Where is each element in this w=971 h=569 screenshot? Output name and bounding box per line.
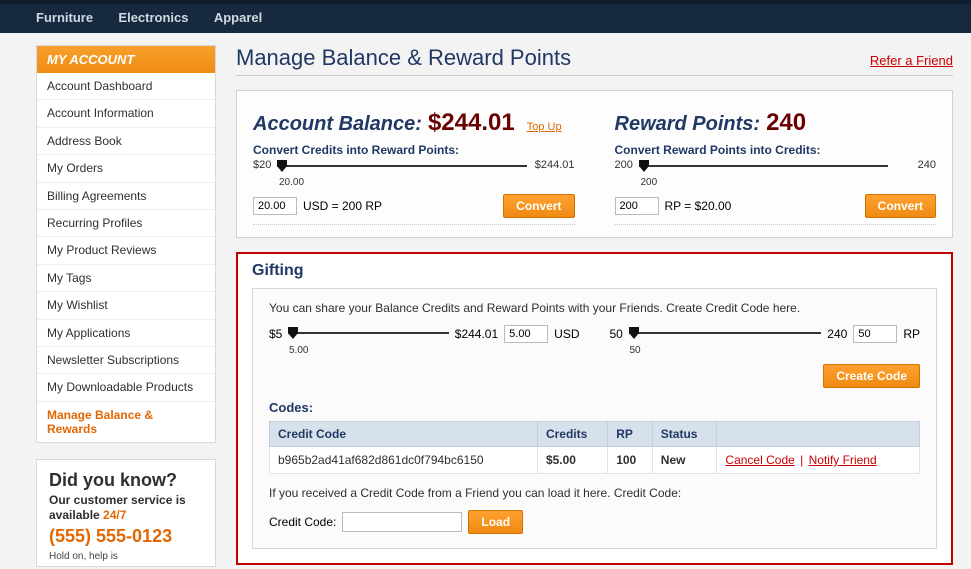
gift-rp-slider[interactable] — [629, 326, 821, 342]
table-row: b965b2ad41af682d861dc0f794bc6150 $5.00 1… — [270, 447, 920, 474]
cell-actions: Cancel Code | Notify Friend — [717, 447, 920, 474]
cell-code: b965b2ad41af682d861dc0f794bc6150 — [270, 447, 538, 474]
codes-heading: Codes: — [269, 400, 920, 415]
cancel-code-link[interactable]: Cancel Code — [725, 453, 794, 467]
rp-input[interactable] — [615, 197, 659, 215]
nav-furniture[interactable]: Furniture — [36, 10, 93, 25]
rp-hint: RP = $20.00 — [665, 199, 732, 213]
th-rp: RP — [608, 422, 653, 447]
credits-convert-button[interactable]: Convert — [503, 194, 574, 218]
balance-label: Account Balance: — [253, 113, 422, 136]
credits-hint: USD = 200 RP — [303, 199, 382, 213]
gift-usd-input[interactable] — [504, 325, 548, 343]
gift-usd-block: $5 $244.01 USD 5.00 — [269, 325, 580, 356]
cell-status: New — [652, 447, 717, 474]
sidebar-title: MY ACCOUNT — [37, 46, 215, 73]
th-actions — [717, 422, 920, 447]
top-nav: Furniture Electronics Apparel — [0, 0, 971, 33]
sidebar-item-billing-agreements[interactable]: Billing Agreements — [37, 182, 215, 209]
convert-credits-label: Convert Credits into Reward Points: — [253, 143, 575, 157]
th-code: Credit Code — [270, 422, 538, 447]
gifting-intro: You can share your Balance Credits and R… — [269, 301, 920, 315]
reward-points-col: Reward Points: 240 Convert Reward Points… — [615, 109, 937, 225]
sidebar-item-account-dashboard[interactable]: Account Dashboard — [37, 73, 215, 99]
create-code-button[interactable]: Create Code — [823, 364, 920, 388]
sidebar-item-address-book[interactable]: Address Book — [37, 127, 215, 154]
rp-label: Reward Points: — [615, 113, 761, 136]
sidebar-item-account-information[interactable]: Account Information — [37, 99, 215, 126]
load-label: Credit Code: — [269, 515, 336, 529]
cell-rp: 100 — [608, 447, 653, 474]
gift-rp-block: 50 240 RP 50 — [610, 325, 921, 356]
gift-rp-thumb[interactable] — [629, 327, 639, 339]
gift-usd-thumb[interactable] — [288, 327, 298, 339]
cell-credits: $5.00 — [537, 447, 607, 474]
rp-slider-thumb[interactable] — [639, 160, 649, 172]
th-credits: Credits — [537, 422, 607, 447]
nav-electronics[interactable]: Electronics — [118, 10, 188, 25]
th-status: Status — [652, 422, 717, 447]
rp-convert-button[interactable]: Convert — [865, 194, 936, 218]
rp-slider[interactable]: 200 240 — [615, 159, 937, 179]
sidebar-item-recurring-profiles[interactable]: Recurring Profiles — [37, 209, 215, 236]
sidebar-item-my-downloadable-products[interactable]: My Downloadable Products — [37, 373, 215, 400]
dyk-phone: (555) 555-0123 — [49, 526, 203, 547]
credits-slider-thumb[interactable] — [277, 160, 287, 172]
gift-usd-slider[interactable] — [288, 326, 448, 342]
sidebar-item-my-applications[interactable]: My Applications — [37, 319, 215, 346]
received-text: If you received a Credit Code from a Fri… — [269, 486, 920, 500]
dyk-hold: Hold on, help is — [49, 551, 203, 562]
load-code-input[interactable] — [342, 512, 462, 532]
rp-value: 240 — [766, 109, 806, 137]
load-button[interactable]: Load — [468, 510, 523, 534]
account-balance-col: Account Balance: $244.01 Top Up Convert … — [253, 109, 575, 225]
credits-slider[interactable]: $20 $244.01 — [253, 159, 575, 179]
sidebar-item-my-orders[interactable]: My Orders — [37, 154, 215, 181]
credits-input[interactable] — [253, 197, 297, 215]
notify-friend-link[interactable]: Notify Friend — [809, 453, 877, 467]
balance-panel: Account Balance: $244.01 Top Up Convert … — [236, 90, 953, 238]
did-you-know-box: Did you know? Our customer service is av… — [36, 459, 216, 567]
convert-rp-label: Convert Reward Points into Credits: — [615, 143, 937, 157]
sidebar-item-newsletter-subscriptions[interactable]: Newsletter Subscriptions — [37, 346, 215, 373]
page-title: Manage Balance & Reward Points — [236, 45, 571, 71]
refer-friend-link[interactable]: Refer a Friend — [870, 53, 953, 68]
gift-rp-input[interactable] — [853, 325, 897, 343]
gifting-panel: Gifting You can share your Balance Credi… — [236, 252, 953, 565]
sidebar-my-account: MY ACCOUNT Account DashboardAccount Info… — [36, 45, 216, 443]
sidebar-item-my-wishlist[interactable]: My Wishlist — [37, 291, 215, 318]
codes-table: Credit Code Credits RP Status b965b2ad41… — [269, 421, 920, 474]
dyk-heading: Did you know? — [49, 470, 203, 491]
sidebar-item-my-tags[interactable]: My Tags — [37, 264, 215, 291]
balance-value: $244.01 — [428, 109, 515, 137]
gifting-title: Gifting — [252, 262, 937, 280]
dyk-sub: Our customer service is available 24/7 — [49, 493, 203, 522]
top-up-link[interactable]: Top Up — [527, 121, 562, 133]
sidebar-item-my-product-reviews[interactable]: My Product Reviews — [37, 236, 215, 263]
nav-apparel[interactable]: Apparel — [214, 10, 262, 25]
sidebar-item-manage-balance-rewards[interactable]: Manage Balance & Rewards — [37, 401, 215, 443]
